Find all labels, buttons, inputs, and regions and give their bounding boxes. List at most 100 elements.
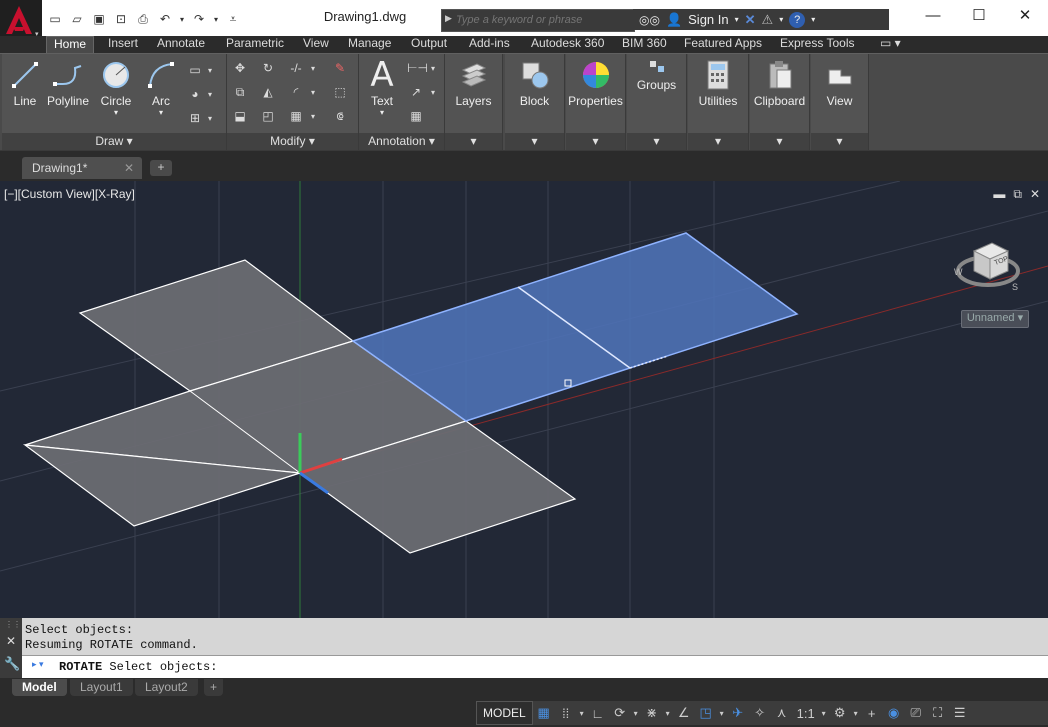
save-as-icon[interactable]: ⊡ [111,10,131,28]
ucs-menu[interactable]: Unnamed ▾ [961,310,1029,328]
annotation-scale-icon[interactable]: ⋏ [771,703,793,723]
tab-express-tools[interactable]: Express Tools [773,36,861,53]
draw-panel-title[interactable]: Draw ▾ [2,133,226,150]
properties-button[interactable]: Properties [566,58,625,108]
tab-model[interactable]: Model [12,679,67,696]
panel-view[interactable]: View ▾ [811,54,869,150]
isometric-icon[interactable]: ⋇ [641,703,663,723]
tab-layout2[interactable]: Layout2 [135,679,198,696]
help-dropdown-icon[interactable]: ▾ [811,15,815,24]
sign-in-dropdown-icon[interactable]: ▾ [735,15,739,24]
view-expand-icon[interactable]: ▾ [811,133,868,150]
tab-add-ins[interactable]: Add-ins [462,36,517,53]
move-icon[interactable]: ✥ [231,60,249,76]
exchange-apps-icon[interactable]: ✕ [745,12,756,28]
model-space-button[interactable]: MODEL [476,701,533,725]
object-snap-tracking-icon[interactable]: ∠ [673,703,695,723]
utilities-button[interactable]: Utilities [690,58,746,108]
copy-icon[interactable]: ⧉ [231,84,249,100]
rotate-icon[interactable]: ↻ [259,60,277,76]
drag-handle-icon[interactable]: ⋮⋮ [5,620,21,629]
layers-button[interactable]: Layers [447,58,500,108]
customization-menu-icon[interactable]: ☰ [949,703,971,723]
block-expand-icon[interactable]: ▾ [505,133,564,150]
undo-icon[interactable]: ↶ [155,10,175,28]
snap-dropdown-icon[interactable]: ▾ [577,709,587,718]
leader-dropdown-icon[interactable]: ▾ [431,88,435,97]
annotation-visibility-icon[interactable]: ✈ [727,703,749,723]
open-file-icon[interactable]: ▱ [67,10,87,28]
explode-icon[interactable]: ⬚ [331,84,349,100]
clipboard-expand-icon[interactable]: ▾ [750,133,809,150]
tab-annotate[interactable]: Annotate [150,36,212,53]
trim-dropdown-icon[interactable]: ▾ [311,64,315,73]
properties-expand-icon[interactable]: ▾ [566,133,625,150]
viewcube-icon[interactable]: TOP W S [952,231,1032,301]
isometric-dropdown-icon[interactable]: ▾ [663,709,673,718]
panel-layers[interactable]: Layers ▾ [445,54,503,150]
polyline-button[interactable]: Polyline [44,58,92,108]
line-button[interactable]: Line [6,58,44,108]
clean-screen-icon[interactable]: ⛶ [927,703,949,723]
close-tab-icon[interactable]: ✕ [124,157,134,179]
array-icon[interactable]: ▦ [287,108,305,124]
scale-icon[interactable]: ◰ [259,108,277,124]
panel-groups[interactable]: Groups ▾ [627,54,687,150]
dimension-icon[interactable]: ⊢⊣ [407,60,428,76]
table-icon[interactable]: ▦ [407,108,425,124]
panel-utilities[interactable]: Utilities ▾ [688,54,749,150]
utilities-expand-icon[interactable]: ▾ [688,133,748,150]
tab-autodesk-360[interactable]: Autodesk 360 [524,36,611,53]
block-button[interactable]: Block [507,58,562,108]
hatch-dropdown-icon[interactable]: ▾ [208,90,212,99]
stretch-icon[interactable]: ⬓ [231,108,249,124]
clipboard-button[interactable]: Clipboard [750,58,809,108]
mirror-icon[interactable]: ◭ [259,84,277,100]
tab-bim-360[interactable]: BIM 360 [615,36,674,53]
customize-wrench-icon[interactable]: 🔧 [4,656,20,672]
tab-home[interactable]: Home [46,36,95,54]
circle-dropdown-icon[interactable]: ▾ [96,108,136,117]
panel-clipboard[interactable]: Clipboard ▾ [750,54,810,150]
circle-button[interactable]: Circle ▾ [96,58,136,117]
stay-connected-icon[interactable]: ⚠ [762,12,774,28]
object-snap-icon[interactable]: ◳ [695,703,717,723]
layers-expand-icon[interactable]: ▾ [445,133,502,150]
arc-dropdown-icon[interactable]: ▾ [142,108,180,117]
region-dropdown-icon[interactable]: ▾ [208,114,212,123]
tab-manage[interactable]: Manage [341,36,398,53]
groups-button[interactable]: Groups [629,58,684,92]
hatch-icon[interactable]: ◕ [186,86,204,102]
modify-panel-title[interactable]: Modify ▾ [227,133,358,150]
workspace-dropdown-icon[interactable]: ▾ [851,709,861,718]
erase-icon[interactable]: ✎ [331,60,349,76]
close-window-icon[interactable]: ✕ [1002,0,1048,30]
offset-icon[interactable]: ⟃ [331,108,349,124]
text-button[interactable]: A Text ▾ [363,55,401,117]
leader-icon[interactable]: ↗ [407,84,425,100]
view-button[interactable]: View [813,58,866,108]
tab-featured-apps[interactable]: Featured Apps [677,36,769,53]
tab-output[interactable]: Output [404,36,454,53]
user-icon[interactable]: 👤 [666,12,682,28]
region-icon[interactable]: ⊞ [186,110,204,126]
plot-icon[interactable]: ⎙ [133,10,153,28]
hardware-acceleration-icon[interactable]: ⎚ [905,703,927,723]
redo-dropdown-icon[interactable]: ▾ [211,10,221,28]
rectangle-dropdown-icon[interactable]: ▾ [208,66,212,75]
grid-display-icon[interactable]: ▦ [533,703,555,723]
new-drawing-tab-icon[interactable]: + [150,160,172,176]
fillet-dropdown-icon[interactable]: ▾ [311,88,315,97]
trim-icon[interactable]: -/- [287,60,305,76]
file-tab-drawing1[interactable]: Drawing1* ✕ [22,157,142,179]
panel-block[interactable]: Block ▾ [505,54,565,150]
panel-properties[interactable]: Properties ▾ [566,54,626,150]
tab-layout1[interactable]: Layout1 [70,679,133,696]
dimension-dropdown-icon[interactable]: ▾ [431,64,435,73]
ribbon-minimize-icon[interactable]: ▭ ▾ [873,36,908,53]
new-layout-tab-icon[interactable]: + [204,679,224,696]
scale-dropdown-icon[interactable]: ▾ [819,709,829,718]
stay-connected-dropdown-icon[interactable]: ▾ [779,15,783,24]
viewport-restore-icon[interactable]: ⧉ [1013,187,1022,202]
tab-view[interactable]: View [296,36,336,53]
